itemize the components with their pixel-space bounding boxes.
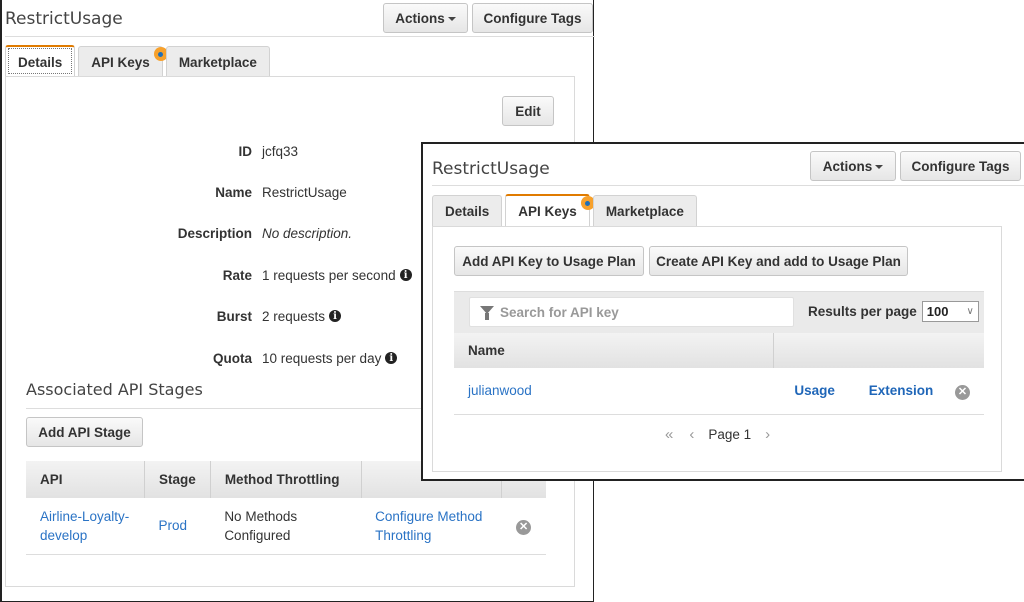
stage-link[interactable]: Prod	[159, 518, 188, 533]
section-title: Associated API Stages	[26, 380, 203, 399]
tab-label: Details	[18, 54, 63, 70]
actions-label: Actions	[822, 158, 873, 174]
column-header-api[interactable]: API	[26, 461, 146, 498]
api-key-name-link[interactable]: julianwood	[468, 383, 532, 398]
configure-method-throttling-link[interactable]: Configure Method Throttling	[375, 509, 482, 543]
detail-burst: Burst 2 requests i	[6, 307, 342, 325]
detail-label: Description	[177, 225, 252, 241]
actions-label: Actions	[395, 10, 445, 26]
filter-icon	[480, 306, 494, 320]
previous-page-icon[interactable]: ‹	[689, 426, 694, 443]
tab-api-keys[interactable]: API Keys	[78, 46, 168, 77]
detail-label: Rate	[222, 267, 252, 283]
column-header-method-throttling[interactable]: Method Throttling	[210, 461, 362, 498]
results-per-page: Results per page 100 ∨	[808, 301, 979, 322]
table-header-row: Name	[454, 333, 984, 368]
search-input[interactable]: Search for API key	[469, 297, 794, 327]
table-row: Airline-Loyalty-develop Prod No Methods …	[26, 498, 546, 555]
add-api-key-to-usage-plan-button[interactable]: Add API Key to Usage Plan	[454, 246, 644, 276]
create-api-key-button[interactable]: Create API Key and add to Usage Plan	[649, 246, 908, 276]
detail-value: RestrictUsage	[262, 184, 347, 200]
usage-plan-window-front: RestrictUsage Actions Configure Tags Det…	[421, 142, 1024, 481]
actions-dropdown-button[interactable]: Actions	[810, 151, 896, 181]
add-api-stage-button[interactable]: Add API Stage	[26, 417, 143, 447]
tab-bar: Details API Keys Marketplace	[5, 45, 273, 77]
api-keys-panel: Add API Key to Usage Plan Create API Key…	[432, 226, 1002, 472]
method-throttling-value: No Methods Configured	[210, 498, 362, 555]
detail-label: Name	[215, 184, 252, 200]
search-placeholder: Search for API key	[500, 304, 619, 320]
select-value: 100	[926, 304, 949, 319]
info-icon[interactable]: i	[385, 352, 398, 364]
caret-down-icon	[447, 17, 456, 21]
pagination: « ‹ Page 1 ›	[657, 426, 778, 443]
detail-label: Burst	[216, 308, 252, 324]
info-icon[interactable]: i	[399, 269, 412, 281]
column-header-actions	[773, 333, 984, 368]
usage-link[interactable]: Usage	[794, 383, 835, 398]
tab-details[interactable]: Details	[5, 45, 76, 77]
tab-marketplace[interactable]: Marketplace	[592, 195, 697, 226]
next-page-icon[interactable]: ›	[765, 426, 770, 443]
search-bar: Search for API key Results per page 100 ∨	[454, 291, 984, 333]
results-per-page-select[interactable]: 100 ∨	[921, 301, 979, 322]
detail-id: ID jcfq33	[6, 142, 299, 160]
api-keys-table: Name julianwood Usage Extension ✕	[454, 333, 984, 415]
tab-label: Marketplace	[178, 54, 257, 70]
edit-button[interactable]: Edit	[502, 96, 554, 126]
detail-value: 1 requests per second	[262, 267, 396, 283]
first-page-icon[interactable]: «	[665, 426, 673, 443]
tab-bar: Details API Keys Marketplace	[432, 194, 700, 226]
divider	[5, 36, 595, 37]
tab-label: API Keys	[518, 203, 577, 219]
actions-dropdown-button[interactable]: Actions	[383, 3, 468, 33]
configure-tags-button[interactable]: Configure Tags	[900, 151, 1021, 181]
configure-tags-button[interactable]: Configure Tags	[472, 3, 593, 33]
detail-quota: Quota 10 requests per day i	[6, 349, 398, 367]
detail-label: Quota	[213, 350, 252, 366]
column-header-stage[interactable]: Stage	[144, 461, 211, 498]
detail-value: jcfq33	[262, 143, 299, 159]
detail-label: ID	[238, 143, 253, 159]
page-title: RestrictUsage	[432, 159, 550, 179]
tab-label: API Keys	[91, 54, 150, 70]
column-header-name[interactable]: Name	[454, 333, 774, 368]
tab-label: Marketplace	[605, 203, 684, 219]
remove-icon[interactable]: ✕	[516, 520, 532, 536]
api-link[interactable]: Airline-Loyalty-develop	[40, 509, 129, 543]
table-row: julianwood Usage Extension ✕	[454, 368, 984, 415]
detail-name: Name RestrictUsage	[6, 183, 347, 201]
remove-icon[interactable]: ✕	[955, 385, 970, 401]
extension-link[interactable]: Extension	[869, 383, 934, 398]
chevron-down-icon: ∨	[966, 306, 974, 317]
detail-rate: Rate 1 requests per second i	[6, 266, 412, 284]
results-per-page-label: Results per page	[808, 304, 917, 319]
tab-label: Details	[445, 203, 490, 219]
tab-marketplace[interactable]: Marketplace	[165, 46, 270, 77]
info-icon[interactable]: i	[329, 310, 342, 322]
detail-value: No description.	[262, 225, 353, 241]
divider	[432, 185, 1024, 186]
tab-details[interactable]: Details	[432, 195, 503, 226]
detail-description: Description No description.	[6, 224, 352, 242]
tab-api-keys[interactable]: API Keys	[505, 194, 595, 226]
detail-value: 10 requests per day	[262, 350, 382, 366]
page-label: Page 1	[708, 427, 752, 442]
page-title: RestrictUsage	[5, 9, 123, 29]
detail-value: 2 requests	[262, 308, 326, 324]
caret-down-icon	[875, 165, 884, 169]
